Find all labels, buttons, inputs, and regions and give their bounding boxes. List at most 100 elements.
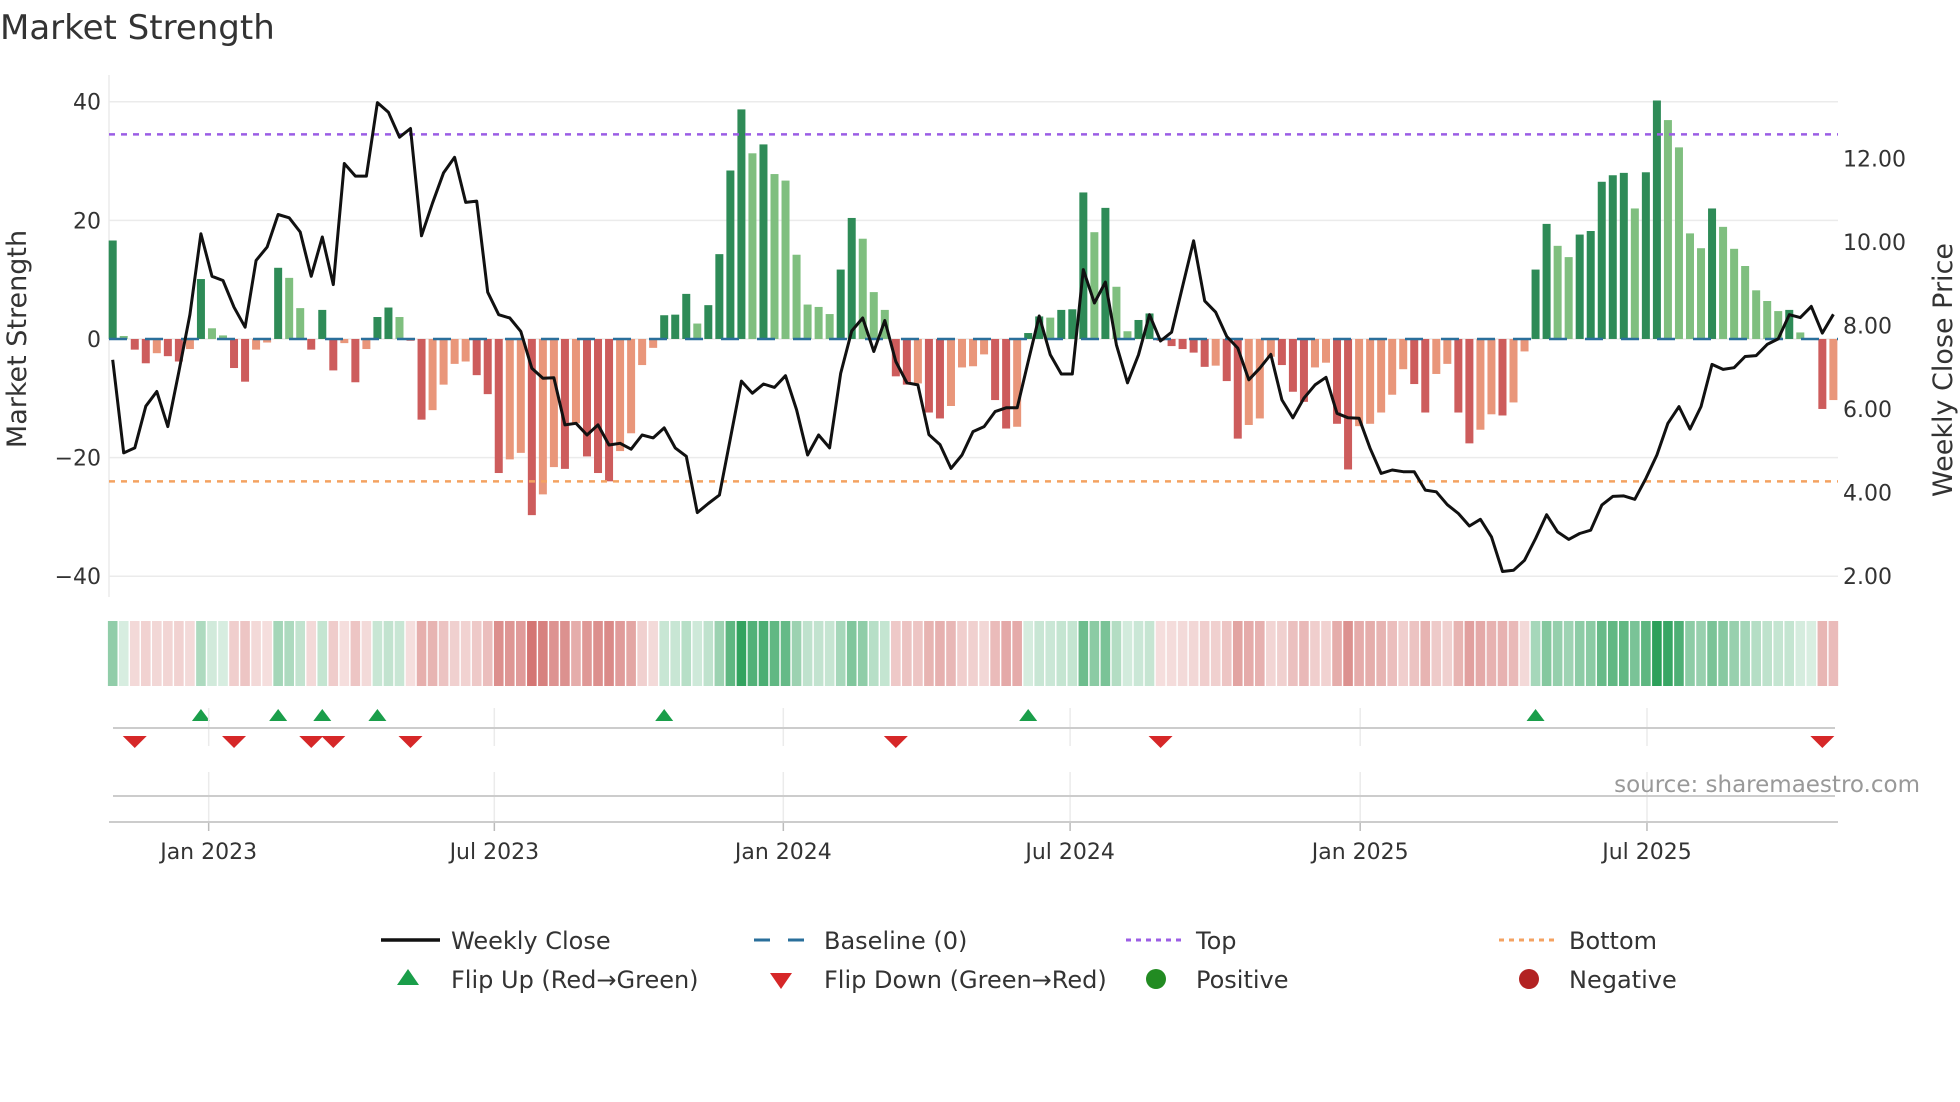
y-tick-label: −20 (55, 447, 101, 472)
heat-cell (262, 621, 272, 686)
strength-bar (1719, 226, 1728, 339)
strength-bar (1487, 338, 1496, 415)
strength-bar (1432, 338, 1441, 374)
strength-bar (605, 338, 614, 482)
strength-bar (384, 307, 393, 339)
strength-bar (726, 170, 735, 339)
strength-bar (395, 317, 404, 339)
heat-cell (1707, 621, 1717, 686)
strength-bar (1057, 309, 1066, 339)
heat-cell (1784, 621, 1795, 686)
heat-cell (1685, 621, 1695, 686)
right-axis-label: Weekly Close Price (1928, 243, 1959, 497)
left-axis-label: Market Strength (2, 230, 33, 448)
heat-cell (1133, 621, 1144, 686)
strength-bar (1652, 100, 1661, 339)
heat-cell (1420, 621, 1431, 686)
legend-label: Flip Down (Green→Red) (824, 966, 1107, 994)
strength-bar (571, 338, 580, 424)
heat-cell (350, 621, 361, 686)
heat-cell (846, 621, 857, 686)
flip-up-marker (368, 709, 387, 721)
strength-bar (803, 304, 812, 339)
heat-cell (1795, 621, 1806, 686)
heat-cell (725, 621, 736, 686)
strength-bar (715, 254, 724, 339)
strength-bar (1101, 207, 1110, 339)
strength-bar (417, 338, 426, 420)
strength-bar (274, 267, 283, 339)
y2-tick-label: 10.00 (1843, 231, 1906, 256)
heat-cell (1045, 621, 1056, 686)
strength-bar (1741, 266, 1750, 339)
heat-cell (924, 621, 934, 686)
strength-bar (627, 338, 636, 434)
strength-bar (428, 338, 437, 411)
heat-cell (185, 621, 195, 686)
strength-bar (1134, 319, 1143, 339)
x-tick-label: Jan 2025 (1310, 840, 1409, 865)
strength-bar (1542, 223, 1551, 339)
heat-cell (813, 621, 824, 686)
legend-label: Baseline (0) (824, 927, 967, 955)
triangle-down-icon (770, 973, 792, 989)
market-strength-chart: Market Strength 40 20 0 −20 −40 12.00 10.00 8.… (0, 8, 1959, 994)
strength-bar (1200, 338, 1209, 367)
heat-cell (1762, 621, 1772, 686)
legend-label: Weekly Close (451, 927, 611, 955)
strength-bar (307, 338, 316, 350)
strength-bar (1013, 338, 1022, 427)
strength-bar (1046, 317, 1055, 339)
heat-cell (174, 621, 184, 686)
heat-cell (1718, 621, 1728, 686)
heat-cell (1519, 621, 1530, 686)
strength-bar (1575, 234, 1584, 339)
heat-cell (1652, 621, 1662, 686)
left-axis: 40 20 0 −20 −40 (55, 91, 101, 591)
heat-cell (902, 621, 912, 686)
strength-bar (472, 338, 481, 376)
heat-cell (1001, 621, 1011, 686)
heat-cell (1398, 621, 1409, 686)
strength-bar (1410, 338, 1419, 385)
heat-cell (791, 621, 802, 686)
heat-cell (868, 621, 879, 686)
strength-bar (1277, 338, 1286, 366)
strength-bar (969, 338, 978, 367)
strength-bar (1288, 338, 1297, 392)
legend-label: Top (1195, 927, 1237, 955)
strength-bar (704, 305, 713, 339)
heat-cell (1585, 621, 1596, 686)
strength-bar (759, 144, 768, 339)
heat-cell (1574, 621, 1585, 686)
strength-bar (1399, 338, 1408, 370)
heat-cell (1243, 621, 1254, 686)
strength-bar (913, 338, 922, 384)
y-tick-label: −40 (55, 565, 101, 590)
heat-cell (935, 621, 945, 686)
strength-bar (1211, 338, 1220, 366)
strength-bar (538, 338, 547, 495)
strength-bar (1344, 338, 1353, 470)
strength-bar (1619, 172, 1628, 339)
flip-down-marker (122, 736, 147, 748)
heat-cell (1034, 621, 1045, 686)
strength-bar (1829, 338, 1838, 401)
heat-cell (1067, 621, 1078, 686)
heat-cell (560, 621, 570, 686)
strength-bar (461, 338, 470, 362)
heat-cell (1817, 621, 1828, 686)
strength-bar (1752, 290, 1761, 339)
strength-bar (1322, 338, 1330, 363)
heat-cell (516, 621, 526, 686)
heat-cell (538, 621, 548, 686)
heat-cell (824, 621, 835, 686)
strength-bar (1564, 257, 1573, 339)
heat-cell (1376, 621, 1386, 686)
chart-title: Market Strength (0, 8, 275, 48)
strength-bar (792, 254, 801, 339)
heat-cell (1354, 621, 1364, 686)
heat-cell (604, 621, 614, 686)
heat-cell (659, 621, 669, 686)
heat-cell (438, 621, 449, 686)
